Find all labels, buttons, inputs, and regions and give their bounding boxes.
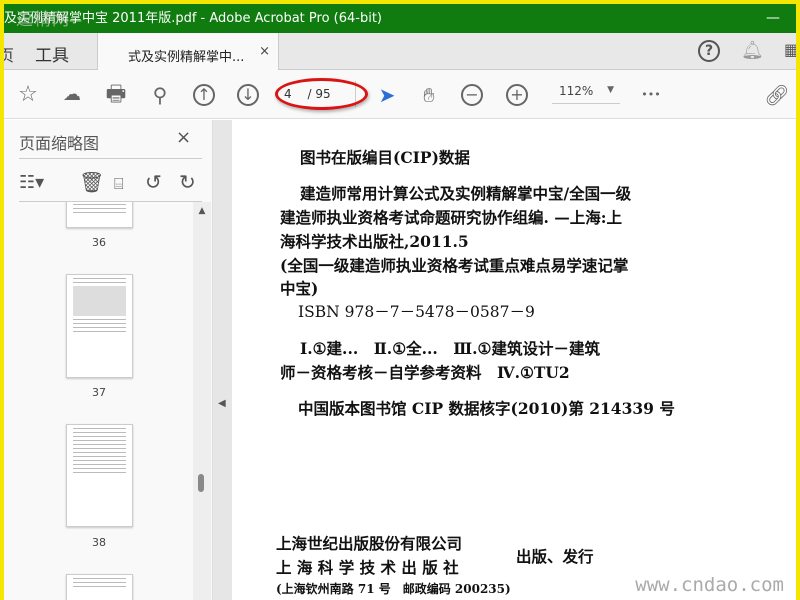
doc-cip-number: 中国版本图书馆 CIP 数据核字(2010)第 214339 号 xyxy=(298,399,675,418)
scroll-up-icon[interactable]: ▲ xyxy=(193,206,211,216)
tab-tools[interactable]: 工具 xyxy=(35,41,69,66)
document-page: 图书在版编目(CIP)数据 建造师常用计算公式及实例精解掌中宝/全国一级 建造师… xyxy=(232,120,796,600)
zoom-out-icon[interactable]: − xyxy=(461,84,483,106)
delete-icon[interactable]: 🗑︎ xyxy=(79,170,104,194)
upload-cloud-icon[interactable]: ☁︎ xyxy=(59,82,85,108)
doc-line: 师－资格考核－自学参考资料 Ⅳ.①TU2 xyxy=(280,363,570,382)
thumbnail-label: 37 xyxy=(92,386,106,399)
publish-note: 出版、发行 xyxy=(516,547,594,566)
print-icon[interactable]: 🖶︎ xyxy=(103,82,129,108)
tab-document[interactable]: 式及实例精解掌中... × xyxy=(97,33,279,71)
divider xyxy=(19,158,202,159)
previous-page-icon[interactable]: ↑ xyxy=(193,84,215,106)
doc-line: Ⅰ.①建... Ⅱ.①全... Ⅲ.①建筑设计－建筑 xyxy=(300,339,600,358)
collapse-arrow-icon[interactable]: ◀ xyxy=(218,398,226,409)
search-icon[interactable]: ⚲ xyxy=(147,82,173,108)
close-panel-button[interactable]: × xyxy=(176,127,191,148)
zoom-in-icon[interactable]: + xyxy=(506,84,528,106)
share-link-icon[interactable]: 🔗︎ xyxy=(764,82,790,108)
title-bar: 及实例精解掌中宝 2011年版.pdf - Adobe Acrobat Pro … xyxy=(4,4,796,33)
rotate-left-icon[interactable]: ↺ xyxy=(145,170,162,194)
thumbnail-page[interactable] xyxy=(66,574,133,600)
scrollbar-thumb[interactable] xyxy=(198,474,204,492)
panel-title: 页面缩略图 xyxy=(19,134,100,153)
help-icon[interactable]: ? xyxy=(698,40,720,62)
next-page-icon[interactable]: ↓ xyxy=(237,84,259,106)
tab-bar: 页 工具 式及实例精解掌中... × ? 🔔︎ ▦ xyxy=(4,33,796,71)
bookmark-star-icon[interactable]: ☆ xyxy=(15,82,41,108)
hand-tool-icon[interactable]: ✋︎ xyxy=(416,82,442,108)
select-cursor-icon[interactable]: ➤ xyxy=(374,82,400,108)
close-tab-button[interactable]: × xyxy=(259,44,270,59)
bell-icon[interactable]: 🔔︎ xyxy=(741,40,764,61)
doc-line: 建造师执业资格考试命题研究协作组编. —上海:上 xyxy=(280,208,623,227)
toolbar: ☆ ☁︎ 🖶︎ ⚲ ↑ ↓ 4 / 95 ➤ ✋︎ − + 112% ▼ •••… xyxy=(4,70,796,119)
doc-line: 海科学技术出版社,2011.5 xyxy=(280,232,469,251)
cip-title: 图书在版编目(CIP)数据 xyxy=(300,148,470,167)
zoom-select[interactable]: 112% ▼ xyxy=(552,84,620,104)
thumbnail-page[interactable] xyxy=(66,424,133,527)
minimize-button[interactable]: — xyxy=(766,4,780,33)
zoom-value: 112% xyxy=(559,84,594,98)
extract-pages-icon[interactable]: ⌸ xyxy=(114,174,124,194)
publisher-address: (上海钦州南路 71 号 邮政编码 200235) xyxy=(276,582,511,596)
tab-home[interactable]: 页 xyxy=(4,42,14,66)
doc-line: (全国一级建造师执业资格考试重点难点易学速记掌 xyxy=(280,256,629,275)
thumbnail-list: 36 37 38 xyxy=(4,202,192,600)
publisher-1: 上海世纪出版股份有限公司 xyxy=(276,534,463,553)
thumbnail-page[interactable] xyxy=(66,202,133,228)
watermark-url: www.cndao.com xyxy=(635,574,784,596)
chevron-down-icon: ▼ xyxy=(607,85,614,95)
thumbnail-label: 38 xyxy=(92,536,106,549)
doc-isbn: ISBN 978－7－5478－0587－9 xyxy=(298,303,535,321)
thumbnails-panel: 页面缩略图 × ☷▾ 🗑︎ ⌸ ↺ ↻ 36 37 38 ▲ xyxy=(4,120,213,600)
watermark-logo: 逗精网 xyxy=(16,10,70,30)
tab-document-label: 式及实例精解掌中... xyxy=(128,50,245,65)
acrobat-window: 及实例精解掌中宝 2011年版.pdf - Adobe Acrobat Pro … xyxy=(4,4,796,600)
apps-grid-icon[interactable]: ▦ xyxy=(784,40,796,59)
more-tools-button[interactable]: ••• xyxy=(638,82,664,108)
red-highlight-oval xyxy=(275,78,368,110)
doc-line: 中宝) xyxy=(280,279,319,298)
rotate-right-icon[interactable]: ↻ xyxy=(179,170,196,194)
doc-line: 建造师常用计算公式及实例精解掌中宝/全国一级 xyxy=(300,184,632,203)
thumbnail-options-icon[interactable]: ☷▾ xyxy=(19,172,44,193)
thumbnail-scrollbar[interactable]: ▲ xyxy=(193,202,211,600)
thumbnail-page[interactable] xyxy=(66,274,133,378)
collapse-panel-bar[interactable]: ◀ xyxy=(213,120,232,600)
thumbnail-label: 36 xyxy=(92,236,106,249)
publisher-2: 上 海 科 学 技 术 出 版 社 xyxy=(276,558,459,577)
